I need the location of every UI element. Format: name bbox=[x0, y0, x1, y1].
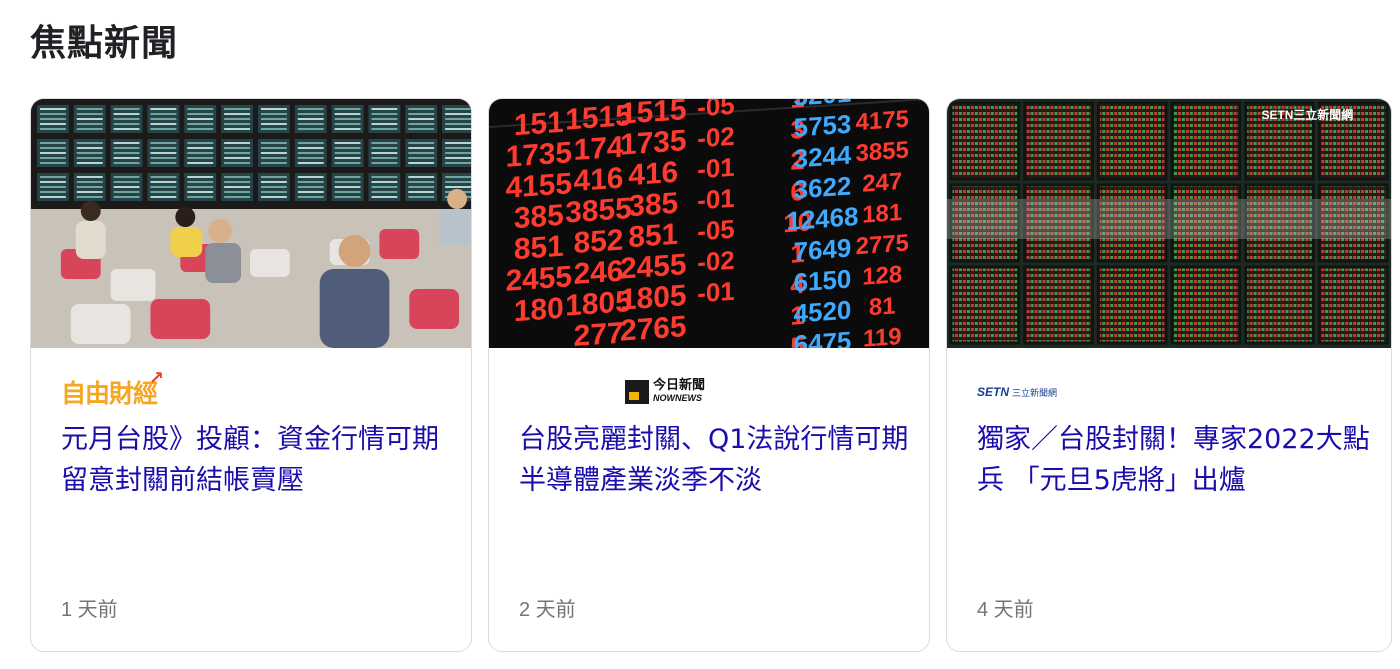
board-price-text: 3622 bbox=[794, 171, 852, 205]
news-thumbnail[interactable]: SETN三立新聞網 bbox=[947, 99, 1391, 348]
board-price-text: 3855 bbox=[856, 136, 909, 167]
board-price-text: 181 bbox=[862, 199, 902, 229]
news-source: SETN 三立新聞網 bbox=[977, 377, 1057, 407]
news-headline-link[interactable]: 元月台股》投顧：資金行情可期 留意封關前結帳賣壓 bbox=[61, 419, 456, 501]
news-age: 4 天前 bbox=[977, 599, 1034, 621]
board-price-text: 2765 bbox=[620, 310, 686, 348]
board-price-text: 3244 bbox=[794, 139, 852, 173]
news-card[interactable]: SETN三立新聞網 SETN 三立新聞網 獨家／台股封關！專家2022大點兵 「元… bbox=[946, 98, 1392, 652]
section-title: 焦點新聞 bbox=[30, 23, 179, 64]
board-price-text: 6475 bbox=[794, 326, 852, 348]
news-source: 今日新聞 NOWNEWS bbox=[519, 377, 705, 407]
news-card[interactable]: 自由財經 ↗ 元月台股》投顧：資金行情可期 留意封關前結帳賣壓 1 天前 bbox=[30, 98, 472, 652]
board-price-text: 128 bbox=[862, 261, 902, 291]
news-source: 自由財經 ↗ bbox=[61, 368, 164, 408]
board-price-text: -01 bbox=[697, 152, 734, 185]
nownews-mark-icon bbox=[625, 380, 649, 404]
board-price-text: 6150 bbox=[794, 264, 852, 298]
news-thumbnail[interactable]: 151 1735 4155 385 851 2455 180 1515 174 416 3855 85… bbox=[489, 99, 929, 348]
board-price-text: -02 bbox=[697, 245, 734, 278]
news-card[interactable]: 151 1735 4155 385 851 2455 180 1515 174 416 3855 85… bbox=[488, 98, 930, 652]
board-price-text: 119 bbox=[863, 323, 902, 348]
board-price-text: -02 bbox=[697, 121, 734, 154]
board-price-text: 81 bbox=[869, 292, 896, 321]
setn-logo: SETN 三立新聞網 bbox=[977, 385, 1058, 399]
nownews-logo: 今日新聞 NOWNEWS bbox=[625, 379, 705, 404]
ltn-finance-logo: 自由財經 ↗ bbox=[61, 368, 164, 408]
board-price-text: -01 bbox=[697, 276, 734, 309]
board-price-text: 180 bbox=[514, 292, 564, 329]
news-headline-link[interactable]: 獨家／台股封關！專家2022大點兵 「元旦5虎將」出爐 bbox=[977, 419, 1372, 501]
news-age: 2 天前 bbox=[519, 599, 576, 621]
board-price-text: -05 bbox=[697, 214, 734, 247]
news-thumbnail[interactable] bbox=[31, 99, 471, 348]
news-age: 1 天前 bbox=[61, 599, 118, 621]
board-price-text: -05 bbox=[697, 99, 734, 122]
board-price-text: 5753 bbox=[794, 109, 852, 143]
board-price-text: 4175 bbox=[856, 105, 909, 136]
board-price-text: 2775 bbox=[856, 229, 909, 260]
board-price-text: -01 bbox=[697, 183, 734, 216]
board-price-text: 7649 bbox=[794, 233, 852, 267]
news-headline-link[interactable]: 台股亮麗封關、Q1法說行情可期 半導體產業淡季不淡 bbox=[519, 419, 914, 501]
board-price-text: 4520 bbox=[794, 295, 852, 329]
board-price-text: 12468 bbox=[787, 201, 859, 236]
board-price-text: 247 bbox=[862, 168, 902, 198]
thumb-watermark: SETN三立新聞網 bbox=[1262, 107, 1354, 122]
board-price-text: 277 bbox=[574, 317, 624, 348]
